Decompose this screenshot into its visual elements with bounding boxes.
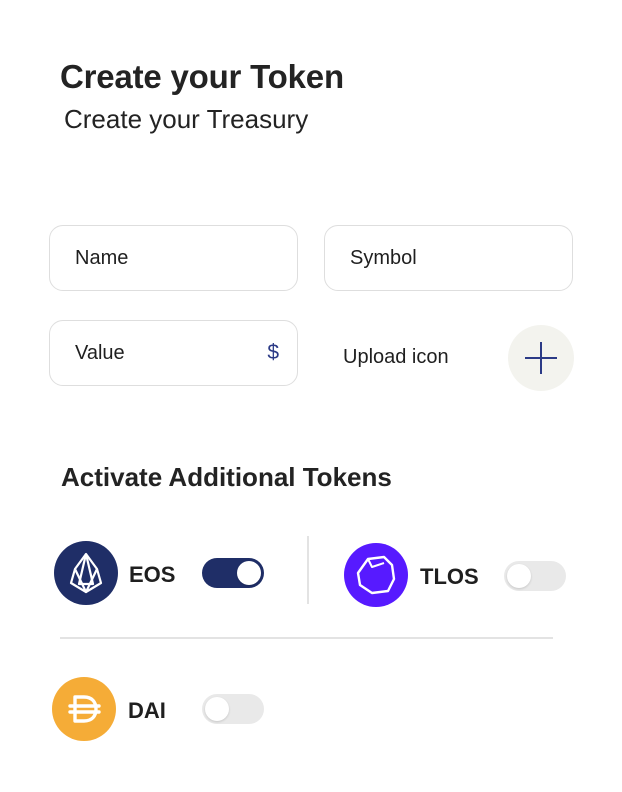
name-field[interactable]: [49, 225, 298, 291]
tlos-toggle[interactable]: [504, 561, 566, 591]
plus-icon: [523, 340, 559, 376]
eos-toggle[interactable]: [202, 558, 264, 588]
symbol-input[interactable]: [350, 246, 554, 270]
toggle-knob: [507, 564, 531, 588]
upload-icon-label: Upload icon: [343, 346, 449, 368]
toggle-knob: [237, 561, 261, 585]
value-input[interactable]: [75, 341, 268, 365]
dai-icon: [52, 677, 116, 741]
page-title: Create your Token: [60, 58, 344, 95]
telos-icon: [344, 543, 408, 607]
vertical-divider: [307, 536, 309, 604]
eos-icon: [54, 541, 118, 605]
token-label-eos: EOS: [129, 562, 176, 587]
dai-toggle[interactable]: [202, 694, 264, 724]
token-label-dai: DAI: [128, 698, 166, 723]
value-field[interactable]: $: [49, 320, 298, 386]
horizontal-divider: [60, 637, 553, 639]
page-subtitle: Create your Treasury: [64, 104, 309, 134]
toggle-knob: [205, 697, 229, 721]
name-input[interactable]: [75, 246, 279, 270]
token-label-tlos: TLOS: [420, 564, 479, 589]
section-title: Activate Additional Tokens: [61, 462, 392, 492]
symbol-field[interactable]: [324, 225, 573, 291]
upload-icon-button[interactable]: [508, 325, 574, 391]
currency-symbol: $: [267, 341, 279, 364]
